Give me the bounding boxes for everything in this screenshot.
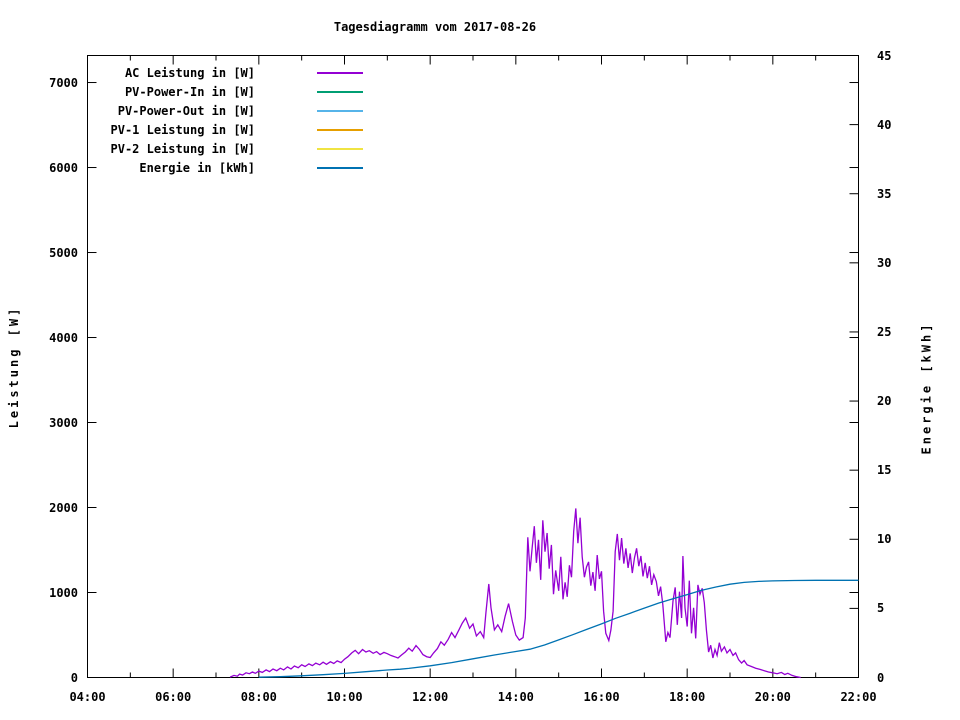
- x-tick-label: 16:00: [583, 690, 620, 704]
- x-tick-label: 10:00: [326, 690, 363, 704]
- y-left-tick-label: 6000: [49, 160, 78, 175]
- legend-line-sample: [317, 90, 363, 93]
- y-right-tick-label: 15: [877, 463, 892, 478]
- x-tick-label: 20:00: [754, 690, 791, 704]
- y-axis-right-label: Energie [kWh]: [919, 321, 934, 455]
- y-right-tick-label: 35: [877, 186, 892, 201]
- y-right-tick-label: 30: [877, 255, 892, 270]
- x-tick-label: 12:00: [412, 690, 449, 704]
- legend: AC Leistung in [W] PV-Power-In in [W] PV…: [90, 63, 363, 177]
- x-tick-label: 06:00: [155, 690, 192, 704]
- y-left-tick-label: 3000: [49, 415, 78, 430]
- legend-label: PV-2 Leistung in [W]: [110, 141, 256, 156]
- y-left-tick-label: 5000: [49, 245, 78, 260]
- y-left-tick-label: 7000: [49, 75, 78, 90]
- legend-label: Energie in [kWh]: [139, 160, 255, 175]
- legend-line-sample: [317, 128, 363, 131]
- legend-item-pv1-leistung: PV-1 Leistung in [W]: [90, 120, 363, 139]
- legend-item-ac-leistung: AC Leistung in [W]: [90, 63, 363, 82]
- legend-item-energie: Energie in [kWh]: [90, 158, 363, 177]
- y-right-tick-label: 20: [877, 394, 892, 409]
- x-tick-label: 04:00: [69, 690, 106, 704]
- legend-label: PV-1 Leistung in [W]: [110, 122, 256, 137]
- legend-line-sample: [317, 71, 363, 74]
- legend-line-sample: [317, 166, 363, 169]
- legend-label: PV-Power-Out in [W]: [117, 103, 255, 118]
- legend-item-pv2-leistung: PV-2 Leistung in [W]: [90, 139, 363, 158]
- y-left-tick-label: 0: [70, 670, 78, 685]
- daily-pv-chart: Tagesdiagramm vom 2017-08-26 Leistung [W…: [0, 0, 960, 720]
- legend-line-sample: [317, 147, 363, 150]
- legend-label: PV-Power-In in [W]: [124, 84, 255, 99]
- y-left-tick-label: 4000: [49, 330, 78, 345]
- y-axis-left-label: Leistung [W]: [7, 305, 21, 429]
- x-tick-label: 18:00: [669, 690, 706, 704]
- legend-label: AC Leistung in [W]: [124, 65, 255, 80]
- legend-item-pv-power-in: PV-Power-In in [W]: [90, 82, 363, 101]
- legend-item-pv-power-out: PV-Power-Out in [W]: [90, 101, 363, 120]
- y-right-tick-label: 10: [877, 532, 892, 547]
- x-tick-label: 14:00: [497, 690, 534, 704]
- y-right-tick-label: 25: [877, 324, 892, 339]
- y-left-tick-label: 1000: [49, 585, 78, 600]
- x-tick-label: 22:00: [840, 690, 877, 704]
- y-left-tick-label: 2000: [49, 500, 78, 515]
- x-tick-label: 08:00: [240, 690, 277, 704]
- y-right-tick-label: 40: [877, 117, 892, 132]
- series-curve-5: [258, 579, 859, 678]
- y-right-tick-label: 5: [877, 601, 885, 616]
- y-right-tick-label: 45: [877, 48, 892, 63]
- y-right-tick-label: 0: [877, 670, 885, 685]
- legend-line-sample: [317, 109, 363, 112]
